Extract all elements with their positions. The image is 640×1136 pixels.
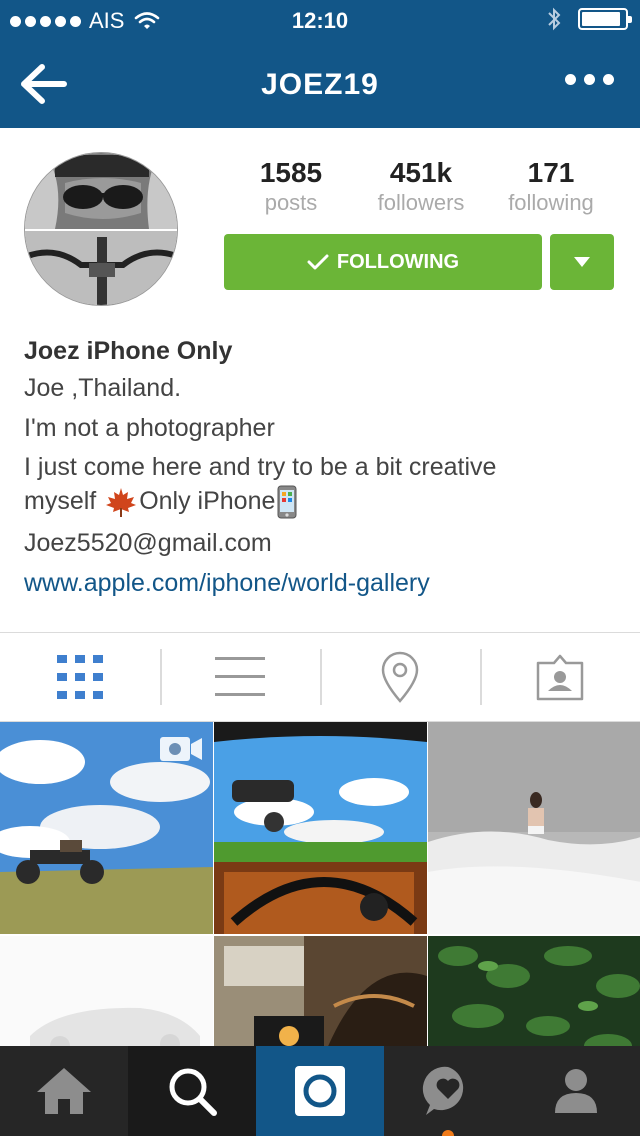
- maple-leaf-icon: [106, 488, 137, 518]
- tab-tagged[interactable]: [480, 633, 640, 721]
- status-time: 12:10: [291, 8, 349, 33]
- grid-icon: [57, 655, 103, 699]
- stat-following[interactable]: 171 following: [486, 156, 616, 216]
- more-options-button[interactable]: [565, 74, 614, 85]
- profile-stats: 1585 posts 451k followers 171 following: [226, 156, 616, 216]
- grid-photo[interactable]: [428, 722, 640, 934]
- list-icon: [215, 657, 265, 696]
- location-pin-icon: [381, 651, 419, 703]
- grid-photo[interactable]: [0, 936, 213, 1046]
- caret-down-icon: [574, 257, 590, 267]
- page-title: JOEZ19: [261, 68, 379, 101]
- bio-line: I just come here and try to be a bit cre…: [24, 450, 616, 519]
- tab-home[interactable]: [0, 1046, 128, 1136]
- bio-website-link[interactable]: www.apple.com/iphone/world-gallery: [24, 563, 616, 603]
- tab-camera[interactable]: [256, 1046, 384, 1136]
- profile-bio: Joez iPhone Only Joe ,Thailand. I'm not …: [24, 334, 616, 603]
- bottom-tab-bar: [0, 1046, 640, 1136]
- following-label: following: [508, 190, 594, 215]
- suggested-dropdown-button[interactable]: [550, 234, 614, 290]
- following-button-label: FOLLOWING: [336, 250, 460, 273]
- bio-line: I'm not a photographer: [24, 414, 275, 442]
- home-icon: [37, 1068, 91, 1114]
- battery-level: [582, 12, 620, 26]
- tab-search[interactable]: [128, 1046, 256, 1136]
- avatar[interactable]: [24, 152, 178, 306]
- top-header: AIS 12:10 JOEZ19: [0, 0, 640, 128]
- camera-icon: [295, 1066, 345, 1116]
- grid-photo[interactable]: [214, 936, 427, 1046]
- grid-photo[interactable]: [428, 936, 640, 1046]
- tab-profile[interactable]: [512, 1046, 640, 1136]
- photo-grid: [0, 722, 640, 1046]
- tab-grid[interactable]: [0, 633, 160, 721]
- activity-heart-icon: [422, 1066, 464, 1115]
- posts-count: 1585: [259, 157, 323, 188]
- following-count: 171: [527, 157, 575, 188]
- grid-photo[interactable]: [0, 722, 213, 934]
- photo-car-fog: [0, 936, 213, 1046]
- bluetooth-icon: [548, 7, 561, 31]
- stat-followers[interactable]: 451k followers: [356, 156, 486, 216]
- photo-person-in-foam: [428, 722, 640, 934]
- followers-count: 451k: [389, 157, 453, 188]
- grid-photo[interactable]: [214, 722, 427, 934]
- photo-green-leaves: [428, 936, 640, 1046]
- photo-collage-phones: [214, 936, 427, 1046]
- bio-email: Joez5520@gmail.com: [24, 529, 272, 558]
- following-button[interactable]: FOLLOWING: [224, 234, 542, 290]
- bio-line: Joe ,Thailand.: [24, 374, 182, 402]
- video-icon: [160, 737, 202, 761]
- mobile-phone-icon: [277, 485, 297, 519]
- tab-list[interactable]: [160, 633, 320, 721]
- profile-icon: [555, 1069, 597, 1113]
- photo-car-interior: [214, 722, 427, 934]
- stat-posts[interactable]: 1585 posts: [226, 156, 356, 216]
- more-dots-icon: [565, 74, 576, 85]
- profile-view-tabs: [0, 632, 640, 722]
- status-bar: AIS 12:10: [0, 0, 640, 40]
- battery-icon: [578, 8, 632, 30]
- avatar-photo: [25, 153, 177, 305]
- notification-dot: [442, 1130, 454, 1136]
- nav-bar: JOEZ19: [0, 40, 640, 128]
- checkmark-icon: [307, 254, 329, 270]
- profile-full-name: Joez iPhone Only: [24, 337, 233, 365]
- followers-label: followers: [377, 190, 465, 215]
- search-icon: [169, 1068, 217, 1116]
- tagged-photos-icon: [536, 654, 584, 701]
- tab-activity[interactable]: [384, 1046, 512, 1136]
- tab-map[interactable]: [320, 633, 480, 721]
- posts-label: posts: [264, 190, 318, 215]
